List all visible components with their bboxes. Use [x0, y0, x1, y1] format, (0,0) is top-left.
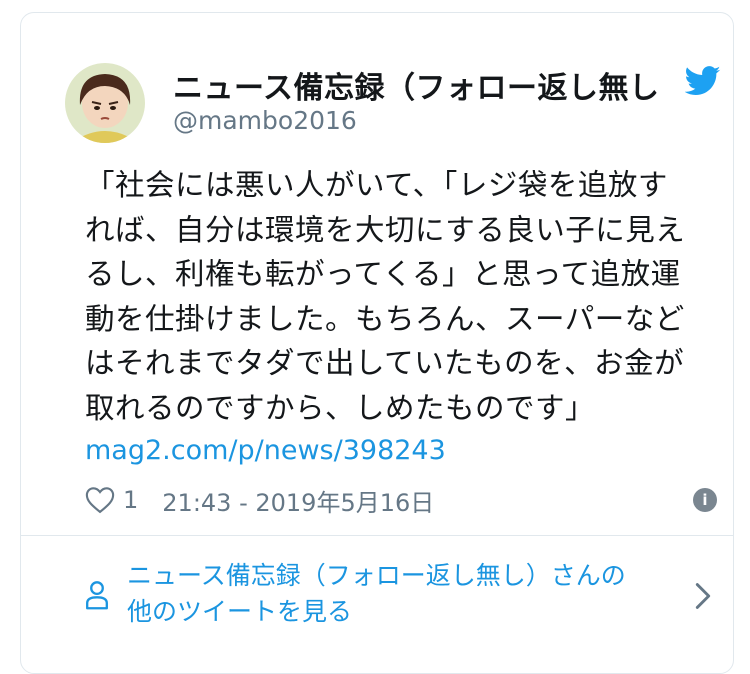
- tweet-meta: 1 21:43 - 2019年5月16日: [85, 483, 434, 517]
- tweet-text-line: 動を仕掛けました。もちろん、スーパーなど: [85, 301, 685, 336]
- twitter-bird-icon[interactable]: [685, 66, 721, 96]
- tweet-text-line: れば、自分は環境を大切にする良い子に見え: [85, 212, 686, 247]
- tweet-text-line: 取れるのですから、しめたものです」: [85, 390, 596, 425]
- person-outline-icon: [86, 581, 108, 610]
- embedded-tweet-card: ニュース備忘録（フォロー返し無し @mambo2016 「社会には悪い人がいて、…: [20, 12, 734, 674]
- account-name[interactable]: ニュース備忘録（フォロー返し無し: [173, 63, 660, 107]
- more-tweets-line1[interactable]: ニュース備忘録（フォロー返し無し）さんの: [127, 558, 687, 594]
- tweet-text: 「社会には悪い人がいて、「レジ袋を追放す れば、自分は環境を大切にする良い子に見…: [85, 163, 725, 430]
- divider: [21, 535, 733, 536]
- account-handle[interactable]: @mambo2016: [173, 106, 357, 135]
- tweet-text-line: 「社会には悪い人がいて、「レジ袋を追放す: [85, 168, 668, 202]
- tweet-text-line: はそれまでタダで出していたものを、お金が: [85, 346, 685, 380]
- heart-outline-icon[interactable]: [85, 486, 115, 514]
- chevron-right-icon[interactable]: [695, 582, 711, 610]
- like-count[interactable]: 1: [123, 486, 138, 514]
- tweet-link[interactable]: mag2.com/p/news/398243: [85, 435, 446, 466]
- avatar[interactable]: [65, 63, 145, 143]
- tweet-timestamp[interactable]: 21:43 - 2019年5月16日: [162, 483, 434, 518]
- more-tweets-link[interactable]: ニュース備忘録（フォロー返し無し）さんの 他のツイートを見る: [127, 558, 687, 630]
- info-icon[interactable]: i: [693, 488, 717, 512]
- tweet-text-line: るし、利権も転がってくる」と思って追放運: [85, 257, 681, 291]
- more-tweets-line2[interactable]: 他のツイートを見る: [127, 594, 687, 630]
- avatar-illustration: [65, 63, 145, 143]
